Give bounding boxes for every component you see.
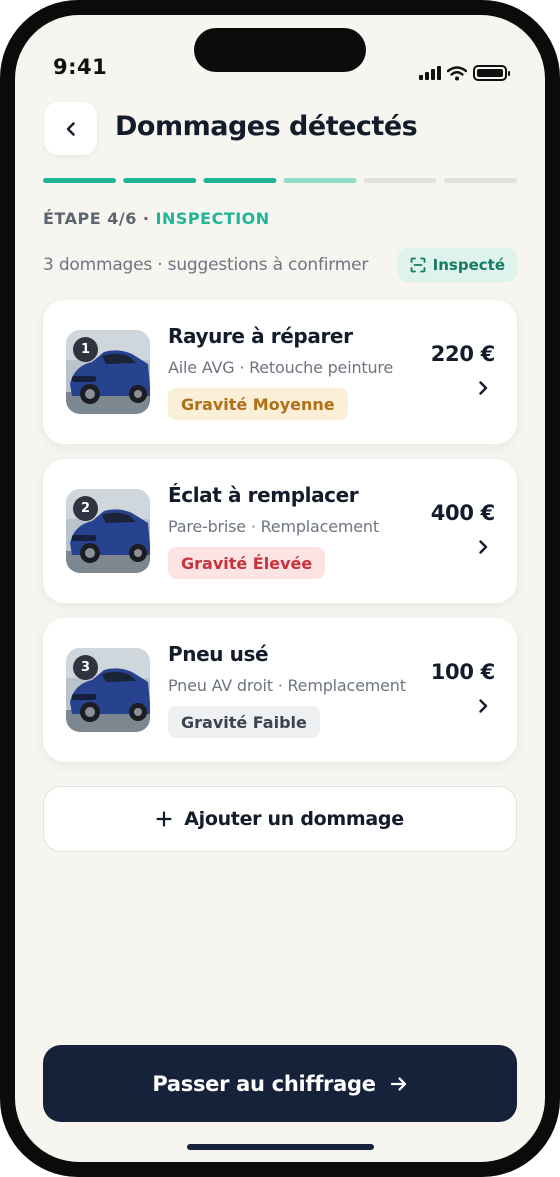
status-icons — [419, 65, 510, 81]
chevron-left-icon — [66, 121, 75, 136]
inspected-badge: Inspecté — [397, 248, 517, 282]
home-indicator — [187, 1144, 374, 1150]
severity-badge: Gravité Élevée — [168, 547, 326, 579]
damage-number: 2 — [73, 496, 98, 521]
arrow-right-icon — [390, 1076, 406, 1091]
damage-price: 220 € — [430, 342, 496, 366]
app-screen: 9:41 Dommages détectés ÉTAPE 4/6 · INSPE… — [15, 15, 545, 1162]
progress-segment — [203, 178, 277, 183]
damage-number: 1 — [73, 337, 98, 362]
damage-photo: 1 — [66, 330, 150, 414]
step-separator: · — [136, 209, 156, 228]
continue-button-label: Passer au chiffrage — [152, 1071, 376, 1096]
severity-badge: Gravité Moyenne — [168, 388, 348, 420]
damage-summary: 3 dommages · suggestions à confirmer — [43, 255, 369, 275]
damage-title: Éclat à remplacer — [168, 483, 359, 507]
wifi-icon — [447, 65, 467, 80]
damage-price: 100 € — [430, 660, 496, 684]
inspected-badge-label: Inspecté — [432, 256, 505, 274]
damage-photo: 3 — [66, 648, 150, 732]
continue-to-estimate-button[interactable]: Passer au chiffrage — [43, 1045, 517, 1122]
progress-segment — [444, 178, 517, 183]
chevron-right-icon — [479, 381, 488, 395]
step-label: INSPECTION — [155, 209, 270, 228]
damage-photo: 2 — [66, 489, 150, 573]
step-progress-bar — [43, 178, 517, 183]
progress-segment — [283, 178, 357, 183]
phone-frame: 9:41 Dommages détectés ÉTAPE 4/6 · INSPE… — [0, 0, 560, 1177]
damage-title: Rayure à réparer — [168, 324, 353, 348]
step-count: ÉTAPE 4/6 — [43, 209, 137, 228]
back-button[interactable] — [44, 102, 97, 155]
severity-badge: Gravité Faible — [168, 706, 320, 738]
plus-icon — [156, 811, 172, 827]
progress-segment — [363, 178, 437, 183]
progress-segment — [123, 178, 197, 183]
page-title: Dommages détectés — [115, 111, 418, 142]
damage-location: Aile AVG · Retouche peinture — [168, 358, 394, 377]
status-time: 9:41 — [53, 55, 108, 79]
battery-icon — [473, 65, 510, 81]
signal-icon — [419, 66, 441, 80]
add-damage-button[interactable]: Ajouter un dommage — [43, 786, 517, 852]
damage-card[interactable]: 3 Pneu usé Pneu AV droit · Remplacement … — [43, 618, 517, 762]
scan-icon — [410, 257, 426, 273]
chevron-right-icon — [479, 540, 488, 554]
dynamic-island — [194, 28, 366, 72]
damage-location: Pare-brise · Remplacement — [168, 517, 379, 536]
add-damage-label: Ajouter un dommage — [184, 808, 404, 830]
damage-location: Pneu AV droit · Remplacement — [168, 676, 406, 695]
step-indicator: ÉTAPE 4/6 · INSPECTION — [43, 209, 270, 228]
damage-card[interactable]: 2 Éclat à remplacer Pare-brise · Remplac… — [43, 459, 517, 603]
damage-card[interactable]: 1 Rayure à réparer Aile AVG · Retouche p… — [43, 300, 517, 444]
damage-title: Pneu usé — [168, 642, 269, 666]
progress-segment — [43, 178, 116, 183]
damage-number: 3 — [73, 655, 98, 680]
damage-price: 400 € — [430, 501, 496, 525]
chevron-right-icon — [479, 699, 488, 713]
